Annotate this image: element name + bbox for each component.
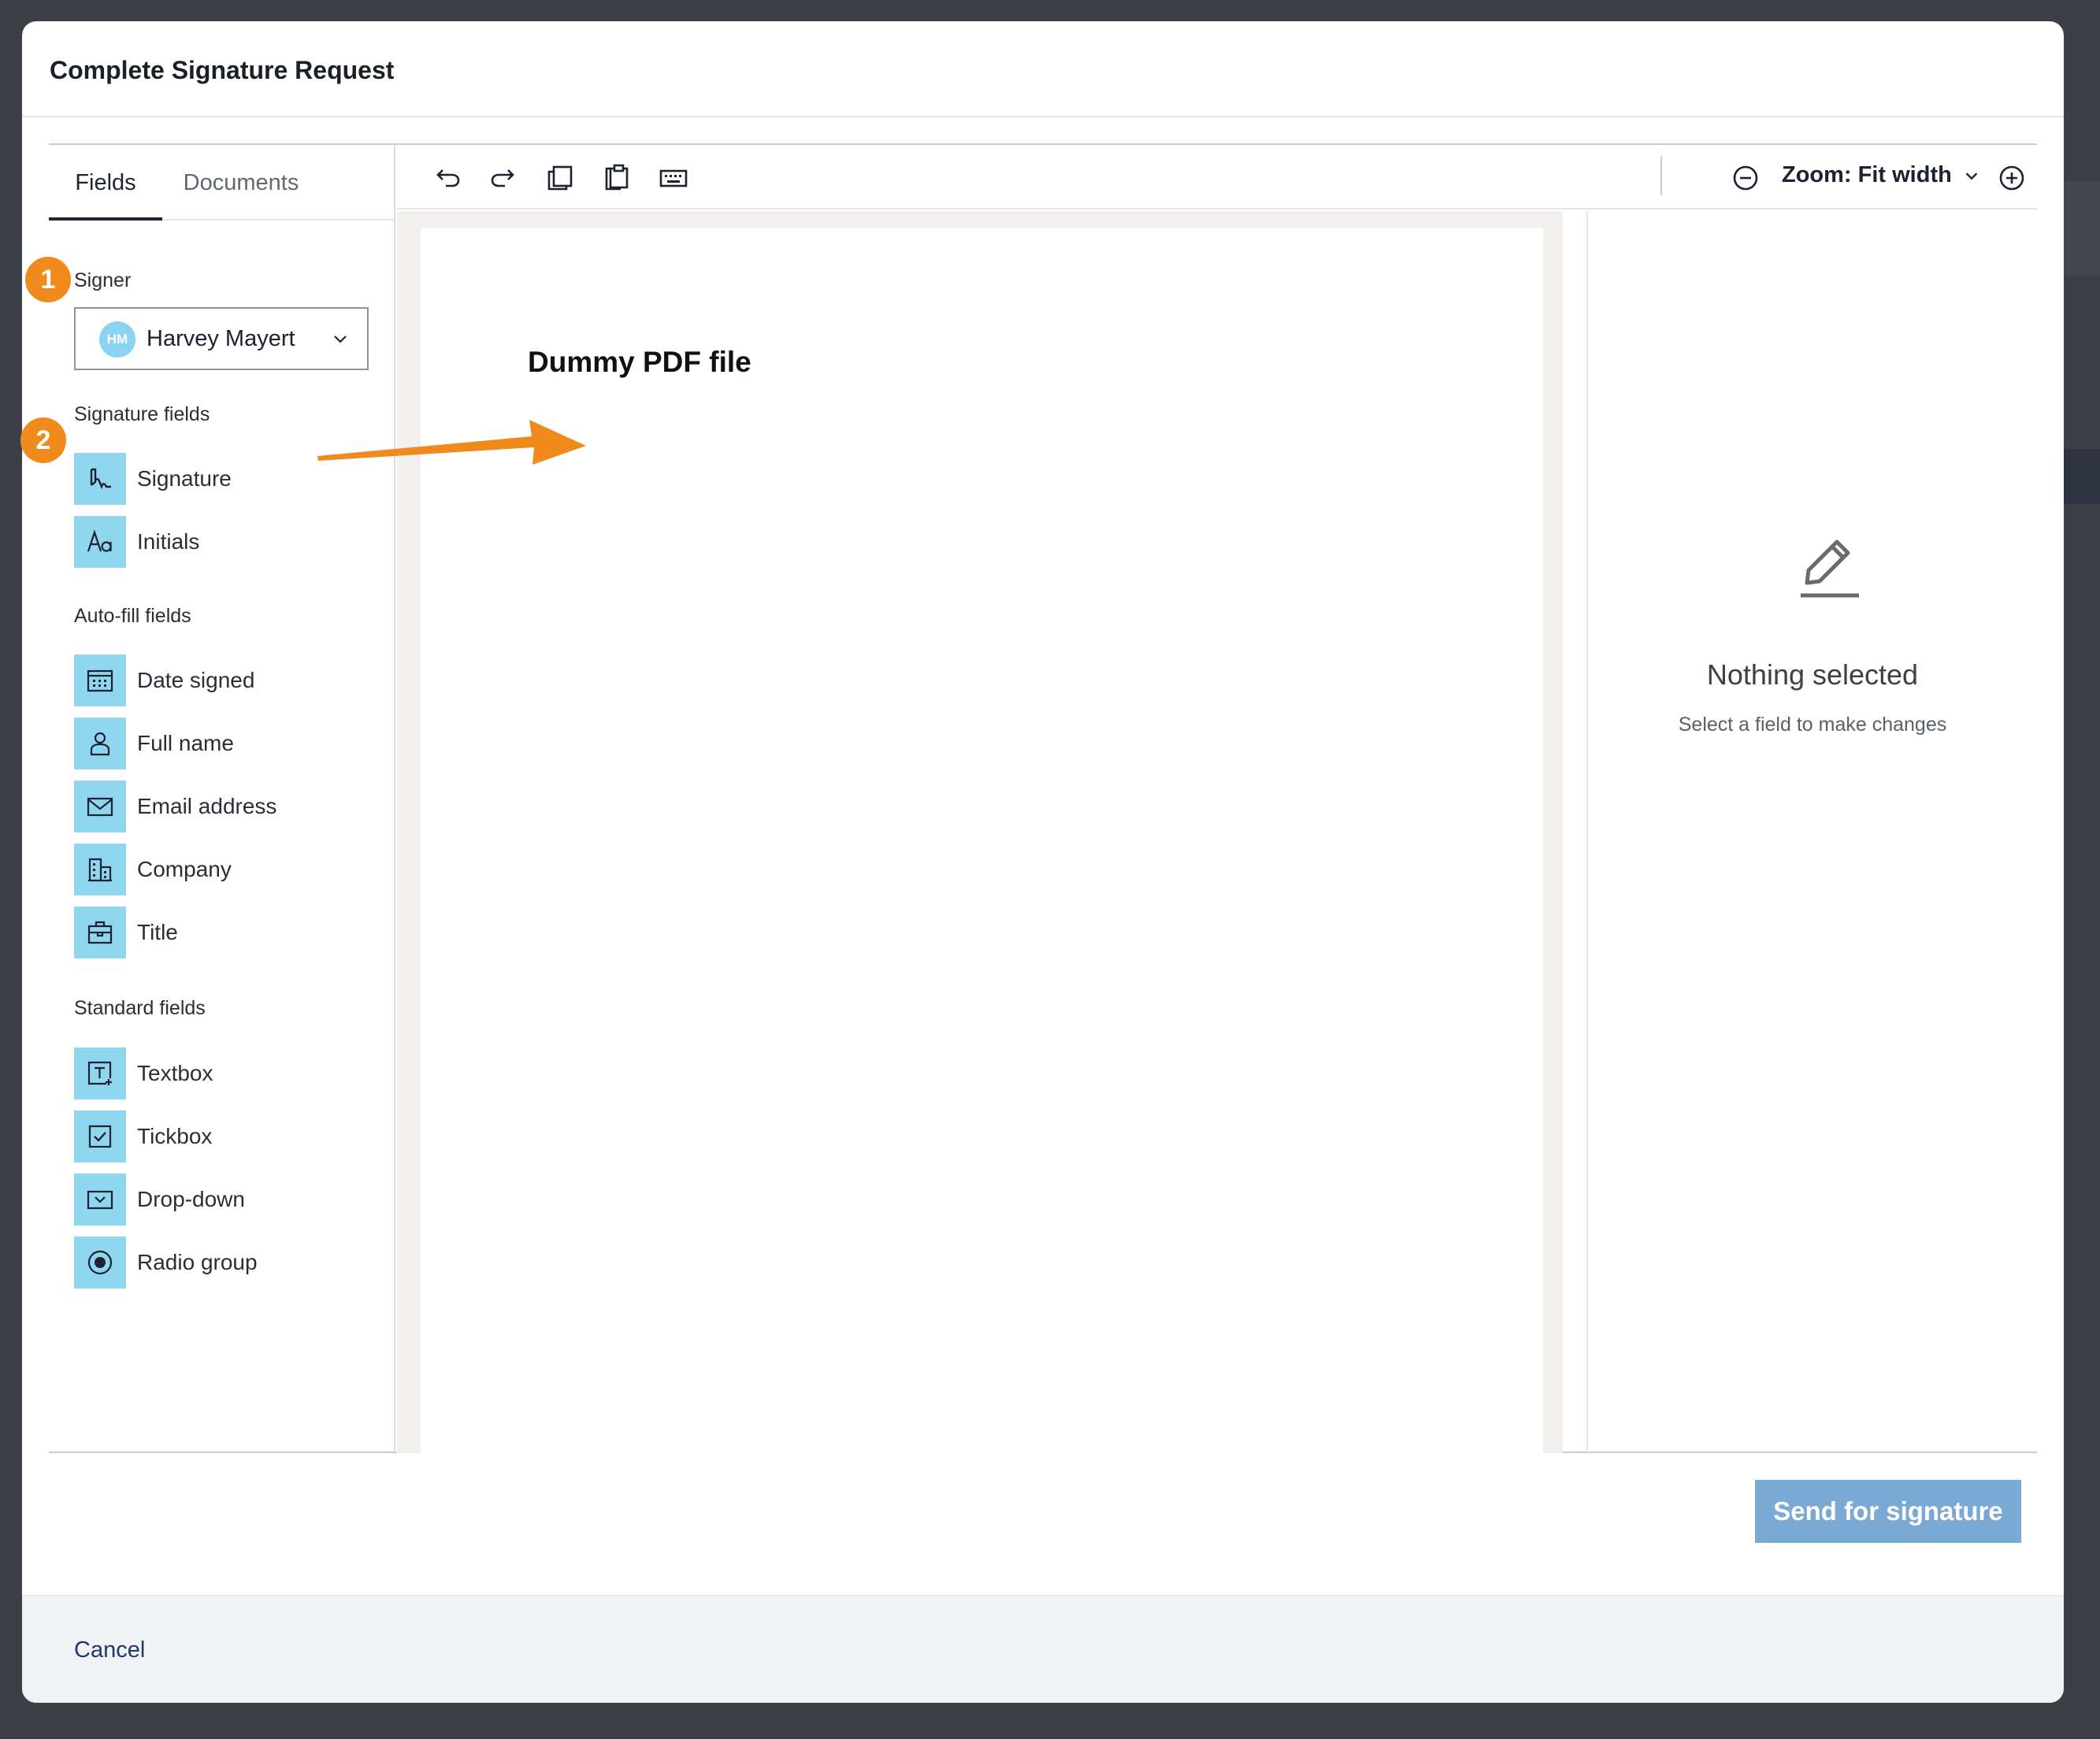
keyboard-shortcuts-button[interactable] (658, 162, 689, 194)
document-canvas: Dummy PDF file (397, 211, 1563, 1453)
field-title[interactable]: Title (74, 907, 358, 958)
zoom-label: Zoom: Fit width (1782, 162, 1952, 187)
chevron-down-icon (1965, 172, 1978, 180)
signer-select[interactable]: HM Harvey Mayert (74, 307, 369, 370)
field-label: Signature (137, 466, 232, 491)
field-date-signed[interactable]: Date signed (74, 654, 358, 706)
properties-panel: Nothing selected Select a field to make … (1586, 211, 2037, 1453)
pencil-icon (1801, 539, 1859, 598)
empty-state-title: Nothing selected (1706, 658, 1919, 691)
zoom-select[interactable]: Zoom: Fit width (1782, 162, 1980, 188)
field-label: Radio group (137, 1250, 258, 1274)
zoom-out-icon (1733, 165, 1758, 191)
checkbox-icon (74, 1111, 126, 1162)
workspace: Fields Documents Signer HM Harvey Mayert… (49, 143, 2037, 1453)
briefcase-icon (74, 907, 126, 958)
send-for-signature-button[interactable]: Send for signature (1755, 1480, 2021, 1543)
field-label: Initials (137, 529, 200, 554)
copy-button[interactable] (544, 162, 576, 194)
redo-button[interactable] (488, 162, 519, 194)
initials-icon (74, 516, 126, 568)
panel-tabs: Fields Documents (49, 145, 395, 221)
person-icon (74, 717, 126, 769)
field-textbox[interactable]: Textbox (74, 1047, 358, 1099)
fields-panel: Fields Documents Signer HM Harvey Mayert… (49, 145, 395, 1452)
pdf-title: Dummy PDF file (528, 346, 751, 378)
avatar: HM (99, 321, 135, 358)
signer-label: Signer (74, 269, 132, 291)
chevron-down-icon (334, 336, 347, 343)
autofill-fields-label: Auto-fill fields (74, 605, 191, 627)
field-tickbox[interactable]: Tickbox (74, 1111, 358, 1162)
field-company[interactable]: Company (74, 844, 358, 895)
editor-toolbar: Zoom: Fit width (397, 145, 2037, 209)
field-label: Drop-down (137, 1187, 245, 1211)
calendar-icon (74, 654, 126, 706)
field-label: Email address (137, 794, 277, 818)
standard-fields-label: Standard fields (74, 997, 206, 1019)
field-label: Textbox (137, 1061, 213, 1085)
field-label: Title (137, 920, 178, 944)
building-icon (74, 844, 126, 895)
field-label: Company (137, 857, 232, 881)
toolbar-divider (1660, 156, 1662, 195)
textbox-icon (74, 1047, 126, 1099)
cancel-link[interactable]: Cancel (74, 1637, 145, 1663)
radio-icon (74, 1237, 126, 1288)
zoom-in-button[interactable] (1996, 162, 2028, 194)
undo-button[interactable] (432, 162, 463, 194)
empty-state-subtitle: Select a field to make changes (1678, 714, 1947, 736)
modal-title: Complete Signature Request (50, 56, 395, 84)
signature-icon (74, 453, 126, 505)
tab-documents[interactable]: Documents (162, 145, 320, 221)
field-label: Tickbox (137, 1124, 213, 1148)
field-signature[interactable]: Signature (74, 453, 358, 505)
envelope-icon (74, 781, 126, 832)
keyboard-icon (659, 169, 688, 187)
field-full-name[interactable]: Full name (74, 717, 358, 769)
field-radio-group[interactable]: Radio group (74, 1237, 358, 1288)
modal-footer: Cancel (22, 1595, 2064, 1703)
signature-request-modal: Complete Signature Request Fields Docume… (22, 21, 2064, 1703)
undo-icon (436, 169, 460, 187)
signer-name: Harvey Mayert (147, 326, 295, 351)
modal-header: Complete Signature Request (22, 21, 2064, 117)
pdf-page[interactable]: Dummy PDF file (421, 228, 1543, 1453)
field-label: Full name (137, 731, 234, 755)
paste-button[interactable] (601, 162, 633, 194)
field-initials[interactable]: Initials (74, 516, 358, 568)
step-badge-1: 1 (25, 257, 71, 302)
paste-icon (605, 164, 629, 191)
signature-fields-label: Signature fields (74, 403, 210, 425)
copy-icon (547, 165, 573, 191)
field-drop-down[interactable]: Drop-down (74, 1174, 358, 1225)
step-badge-2: 2 (20, 417, 66, 463)
tab-fields[interactable]: Fields (49, 145, 162, 221)
dropdown-icon (74, 1174, 126, 1225)
zoom-out-button[interactable] (1730, 162, 1761, 194)
field-email-address[interactable]: Email address (74, 781, 358, 832)
zoom-in-icon (1999, 165, 2024, 191)
field-label: Date signed (137, 668, 255, 692)
redo-icon (491, 169, 514, 187)
